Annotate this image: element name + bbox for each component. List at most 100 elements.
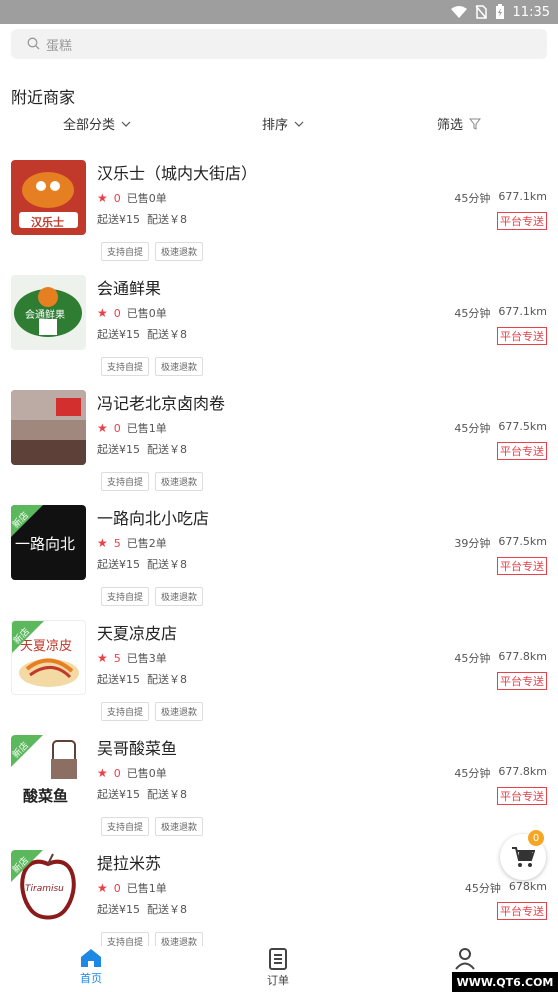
distance: 677.8km: [498, 650, 547, 663]
time-distance: 45分钟 677.1km: [454, 190, 547, 206]
merchant-rating: 0: [113, 421, 121, 435]
tab-orders[interactable]: 订单: [267, 948, 289, 988]
merchant-fees: 起送¥15 配送￥8: [97, 556, 187, 572]
tag: 极速退款: [155, 472, 204, 491]
thumbnail-logo-text: Tiramisu: [25, 884, 64, 894]
tag: 支持自提: [101, 702, 150, 721]
tag: 极速退款: [155, 587, 204, 606]
distance: 677.8km: [498, 765, 547, 778]
merchant-thumbnail: 一路向北 新店: [11, 505, 86, 580]
wifi-icon: [450, 6, 467, 18]
merchant-sold: 已售1单: [126, 882, 167, 895]
merchant-name: 天夏凉皮店: [97, 624, 178, 643]
min-order: 起送¥15: [97, 443, 140, 456]
funnel-icon: [469, 118, 482, 130]
delivery-badge: 平台专送: [497, 557, 547, 575]
merchant-name: 会通鲜果: [97, 279, 162, 298]
min-order: 起送¥15: [97, 328, 140, 341]
distance: 677.1km: [498, 305, 547, 318]
time-distance: 45分钟 677.5km: [454, 420, 547, 436]
sort-filter-label: 排序: [262, 118, 289, 133]
merchant-name: 吴哥酸菜鱼: [97, 739, 178, 758]
cart-button[interactable]: 0: [500, 830, 546, 880]
merchant-item[interactable]: 会通鲜果 会通鲜果 ★ 0 已售0单 起送¥15 配送￥8 45分钟 677.1km …: [0, 267, 558, 382]
merchant-thumbnail: [11, 390, 86, 465]
merchant-item[interactable]: 一路向北 新店 一路向北小吃店 ★ 5 已售2单 起送¥15 配送￥8 39分钟 67…: [0, 497, 558, 612]
watermark: WWW.QT6.COM: [452, 972, 558, 992]
delivery-badge: 平台专送: [497, 212, 547, 230]
min-order: 起送¥15: [97, 213, 140, 226]
merchant-meta: ★ 0 已售1单: [97, 420, 167, 436]
time-distance: 45分钟 677.8km: [454, 765, 547, 781]
star-icon: ★: [97, 536, 108, 550]
merchant-fees: 起送¥15 配送￥8: [97, 211, 187, 227]
search-input[interactable]: 蛋糕: [11, 29, 547, 59]
tab-orders-label: 订单: [267, 974, 289, 987]
merchant-thumbnail: Tiramisu 新店: [11, 850, 86, 925]
category-filter-label: 全部分类: [63, 118, 116, 133]
time-distance: 45分钟 678km: [465, 880, 547, 896]
delivery-time: 45分钟: [464, 882, 501, 895]
distance: 677.5km: [498, 420, 547, 433]
star-icon: ★: [97, 651, 108, 665]
merchant-sold: 已售0单: [126, 307, 167, 320]
delivery-badge: 平台专送: [497, 787, 547, 805]
screen-filter-label: 筛选: [437, 118, 464, 133]
merchant-item[interactable]: 冯记老北京卤肉卷 ★ 0 已售1单 起送¥15 配送￥8 45分钟 677.5km 平…: [0, 382, 558, 497]
delivery-time: 45分钟: [454, 307, 491, 320]
delivery-badge: 平台专送: [497, 902, 547, 920]
delivery-fee: 配送￥8: [147, 788, 187, 801]
merchant-tags: 支持自提 极速退款: [101, 817, 204, 836]
merchant-sold: 已售2单: [126, 537, 167, 550]
merchant-thumbnail: 汉乐士: [11, 160, 86, 235]
delivery-fee: 配送￥8: [147, 443, 187, 456]
merchant-item[interactable]: 汉乐士 汉乐士（城内大街店） ★ 0 已售0单 起送¥15 配送￥8 45分钟 677…: [0, 152, 558, 267]
delivery-time: 45分钟: [454, 422, 491, 435]
delivery-time: 45分钟: [454, 767, 491, 780]
merchant-item[interactable]: 酸菜鱼 新店 吴哥酸菜鱼 ★ 0 已售0单 起送¥15 配送￥8 45分钟 677.8…: [0, 727, 558, 842]
category-filter[interactable]: 全部分类: [63, 114, 131, 133]
min-order: 起送¥15: [97, 903, 140, 916]
merchant-fees: 起送¥15 配送￥8: [97, 671, 187, 687]
merchant-meta: ★ 0 已售0单: [97, 305, 167, 321]
battery-charging-icon: [495, 4, 505, 20]
cart-icon: [512, 847, 535, 867]
merchant-rating: 5: [113, 536, 121, 550]
tag: 极速退款: [155, 817, 204, 836]
delivery-time: 45分钟: [454, 192, 491, 205]
star-icon: ★: [97, 191, 108, 205]
sort-filter[interactable]: 排序: [262, 114, 304, 133]
thumbnail-logo-text: 会通鲜果: [25, 310, 65, 321]
star-icon: ★: [97, 421, 108, 435]
tab-home[interactable]: 首页: [80, 948, 102, 986]
tag: 支持自提: [101, 472, 150, 491]
min-order: 起送¥15: [97, 673, 140, 686]
merchant-meta: ★ 0 已售0单: [97, 765, 167, 781]
cart-count-badge: 0: [528, 830, 544, 846]
thumbnail-logo-text: 酸菜鱼: [23, 787, 69, 805]
merchant-rating: 0: [113, 191, 121, 205]
star-icon: ★: [97, 881, 108, 895]
delivery-fee: 配送￥8: [147, 903, 187, 916]
merchant-list: 汉乐士 汉乐士（城内大街店） ★ 0 已售0单 起送¥15 配送￥8 45分钟 677…: [0, 152, 558, 957]
merchant-tags: 支持自提 极速退款: [101, 242, 204, 261]
tag: 支持自提: [101, 817, 150, 836]
tag: 极速退款: [155, 242, 204, 261]
section-title: 附近商家: [11, 88, 76, 107]
star-icon: ★: [97, 766, 108, 780]
home-icon: [81, 949, 101, 967]
merchant-meta: ★ 5 已售2单: [97, 535, 167, 551]
status-time: 11:35: [512, 4, 550, 20]
merchant-meta: ★ 0 已售0单: [97, 190, 167, 206]
merchant-rating: 0: [113, 766, 121, 780]
delivery-fee: 配送￥8: [147, 213, 187, 226]
filter-bar: 全部分类 排序 筛选: [0, 114, 558, 138]
user-icon: [455, 948, 475, 970]
time-distance: 39分钟 677.5km: [454, 535, 547, 551]
merchant-name: 冯记老北京卤肉卷: [97, 394, 226, 413]
screen-filter[interactable]: 筛选: [437, 114, 482, 133]
merchant-item[interactable]: 天夏凉皮 新店 天夏凉皮店 ★ 5 已售3单 起送¥15 配送￥8 45分钟 677.…: [0, 612, 558, 727]
min-order: 起送¥15: [97, 788, 140, 801]
merchant-item[interactable]: Tiramisu 新店 提拉米苏 ★ 0 已售1单 起送¥15 配送￥8 45分钟 6…: [0, 842, 558, 957]
merchant-tags: 支持自提 极速退款: [101, 472, 204, 491]
